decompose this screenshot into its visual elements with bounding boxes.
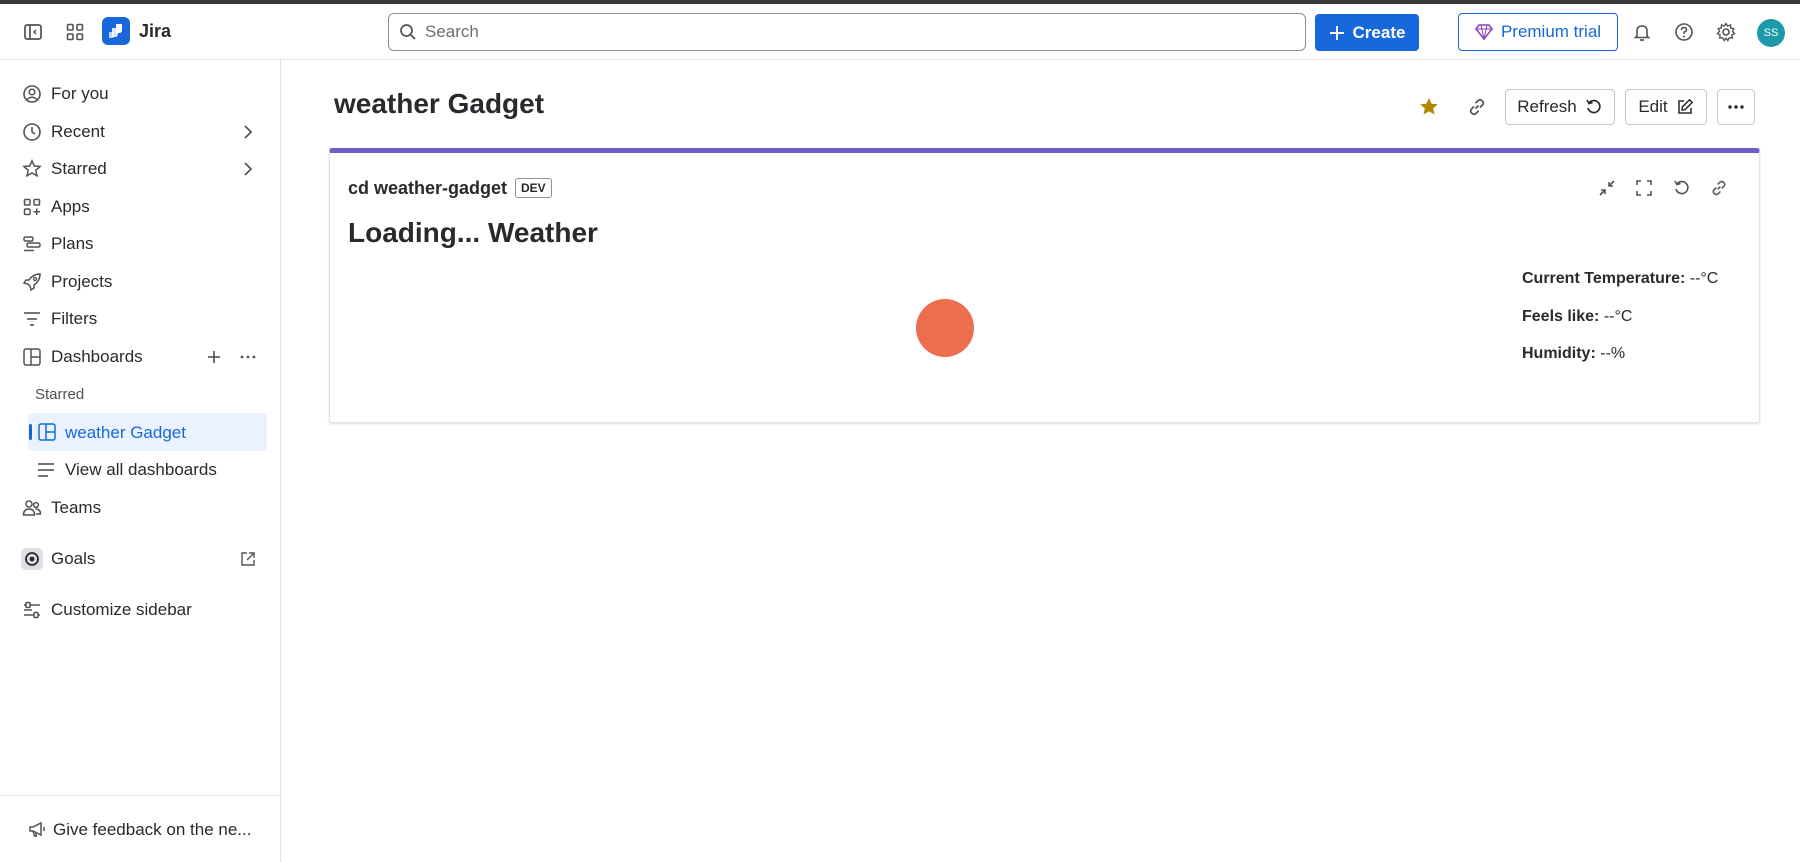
sidebar-item-dashboards[interactable]: Dashboards bbox=[0, 340, 281, 374]
copy-link-icon[interactable] bbox=[1461, 91, 1493, 123]
gem-icon bbox=[1474, 24, 1493, 40]
sidebar-item-label: View all dashboards bbox=[65, 460, 217, 479]
stat-label: Humidity: bbox=[1522, 345, 1596, 362]
plans-icon bbox=[22, 234, 42, 254]
sidebar-item-goals[interactable]: Goals bbox=[0, 542, 281, 576]
create-button[interactable]: Create bbox=[1315, 14, 1419, 51]
search-bar[interactable] bbox=[388, 13, 1306, 51]
current-temperature-stat: Current Temperature: --°C bbox=[1522, 270, 1718, 288]
create-button-label: Create bbox=[1352, 22, 1406, 42]
sidebar-item-for-you[interactable]: For you bbox=[0, 77, 281, 111]
active-indicator bbox=[29, 424, 32, 440]
apps-grid-icon bbox=[22, 197, 42, 217]
sidebar-item-label: Apps bbox=[51, 197, 90, 216]
star-filled-icon[interactable] bbox=[1413, 91, 1445, 123]
sidebar-item-label: Dashboards bbox=[51, 347, 143, 366]
search-input[interactable] bbox=[425, 22, 1285, 42]
refresh-button[interactable]: Refresh bbox=[1505, 89, 1615, 125]
sidebar-item-teams[interactable]: Teams bbox=[0, 491, 281, 525]
chevron-right-icon[interactable] bbox=[238, 122, 258, 142]
sidebar-item-label: Teams bbox=[51, 498, 102, 517]
stat-value: --°C bbox=[1603, 308, 1633, 325]
humidity-stat: Humidity: --% bbox=[1522, 345, 1625, 363]
person-circle-icon bbox=[22, 84, 42, 104]
clock-icon bbox=[22, 122, 42, 142]
sidebar-toggle-icon[interactable] bbox=[17, 16, 49, 48]
starred-section-label: Starred bbox=[35, 386, 85, 403]
search-icon bbox=[399, 23, 417, 41]
refresh-icon bbox=[1586, 99, 1601, 114]
filter-lines-icon bbox=[22, 309, 42, 329]
sidebar: For you Recent Starred Apps Plans Projec… bbox=[0, 60, 281, 862]
help-icon[interactable] bbox=[1668, 16, 1700, 48]
plus-icon bbox=[1329, 25, 1344, 40]
sidebar-item-starred[interactable]: Starred bbox=[0, 152, 281, 186]
sidebar-item-apps[interactable]: Apps bbox=[0, 190, 281, 224]
more-actions-button[interactable] bbox=[1717, 89, 1755, 125]
customize-sliders-icon bbox=[22, 600, 42, 620]
minimize-icon[interactable] bbox=[1593, 174, 1621, 202]
top-navigation-bar: Jira Create Premium trial SS bbox=[0, 4, 1800, 60]
settings-gear-icon[interactable] bbox=[1710, 16, 1742, 48]
premium-trial-button[interactable]: Premium trial bbox=[1458, 13, 1618, 51]
notifications-bell-icon[interactable] bbox=[1626, 16, 1658, 48]
sidebar-item-label: Filters bbox=[51, 309, 98, 328]
dev-badge: DEV bbox=[515, 178, 552, 198]
page-title: weather Gadget bbox=[334, 88, 545, 119]
reload-gadget-icon[interactable] bbox=[1668, 174, 1696, 202]
sidebar-item-label: Projects bbox=[51, 272, 113, 291]
edit-pencil-icon bbox=[1677, 98, 1693, 114]
sidebar-item-view-all-dashboards[interactable]: View all dashboards bbox=[0, 453, 281, 487]
sidebar-item-plans[interactable]: Plans bbox=[0, 227, 281, 261]
list-lines-icon bbox=[36, 460, 56, 480]
external-link-icon[interactable] bbox=[238, 549, 258, 569]
sidebar-item-label: For you bbox=[51, 84, 109, 103]
stat-value: --°C bbox=[1689, 270, 1719, 287]
more-horizontal-icon[interactable] bbox=[238, 347, 258, 367]
premium-trial-label: Premium trial bbox=[1500, 22, 1602, 41]
edit-button[interactable]: Edit bbox=[1625, 89, 1707, 125]
sidebar-item-label: Customize sidebar bbox=[51, 600, 192, 619]
sidebar-item-recent[interactable]: Recent bbox=[0, 115, 281, 149]
user-avatar[interactable]: SS bbox=[1757, 19, 1785, 47]
gadget-link-icon[interactable] bbox=[1705, 174, 1733, 202]
megaphone-icon bbox=[27, 819, 47, 839]
more-horizontal-icon bbox=[1728, 105, 1744, 109]
feels-like-stat: Feels like: --°C bbox=[1522, 308, 1632, 326]
dashboard-icon bbox=[37, 422, 57, 442]
rocket-icon bbox=[22, 272, 42, 292]
refresh-button-label: Refresh bbox=[1517, 97, 1577, 116]
weather-gadget-card: cd weather-gadget DEV Loading... Weather… bbox=[329, 148, 1760, 423]
sidebar-item-projects[interactable]: Projects bbox=[0, 265, 281, 299]
sidebar-item-customize[interactable]: Customize sidebar bbox=[0, 593, 281, 627]
gadget-heading: Loading... Weather bbox=[348, 217, 598, 248]
jira-logo-icon[interactable] bbox=[102, 17, 130, 45]
stat-value: --% bbox=[1600, 345, 1626, 362]
add-dashboard-plus-icon[interactable] bbox=[204, 347, 224, 367]
people-icon bbox=[22, 498, 42, 518]
app-switcher-icon[interactable] bbox=[59, 16, 91, 48]
sidebar-item-label: weather Gadget bbox=[65, 423, 186, 442]
edit-button-label: Edit bbox=[1638, 97, 1668, 116]
sidebar-item-filters[interactable]: Filters bbox=[0, 302, 281, 336]
fullscreen-icon[interactable] bbox=[1630, 174, 1658, 202]
star-outline-icon bbox=[22, 159, 42, 179]
feedback-section: Give feedback on the ne... bbox=[0, 795, 281, 862]
sidebar-item-label: Plans bbox=[51, 234, 94, 253]
gadget-title: cd weather-gadget bbox=[348, 178, 508, 198]
stat-label: Feels like: bbox=[1522, 308, 1600, 325]
give-feedback-label: Give feedback on the ne... bbox=[53, 820, 252, 839]
stat-label: Current Temperature: bbox=[1522, 270, 1686, 287]
app-name[interactable]: Jira bbox=[139, 21, 171, 42]
loading-spinner bbox=[916, 299, 974, 357]
chevron-right-icon[interactable] bbox=[238, 159, 258, 179]
sidebar-item-label: Goals bbox=[51, 549, 96, 568]
goals-target-icon bbox=[21, 548, 43, 570]
sidebar-item-label: Recent bbox=[51, 122, 105, 141]
dashboard-icon bbox=[22, 347, 42, 367]
give-feedback-button[interactable]: Give feedback on the ne... bbox=[0, 812, 281, 846]
sidebar-item-label: Starred bbox=[51, 159, 107, 178]
